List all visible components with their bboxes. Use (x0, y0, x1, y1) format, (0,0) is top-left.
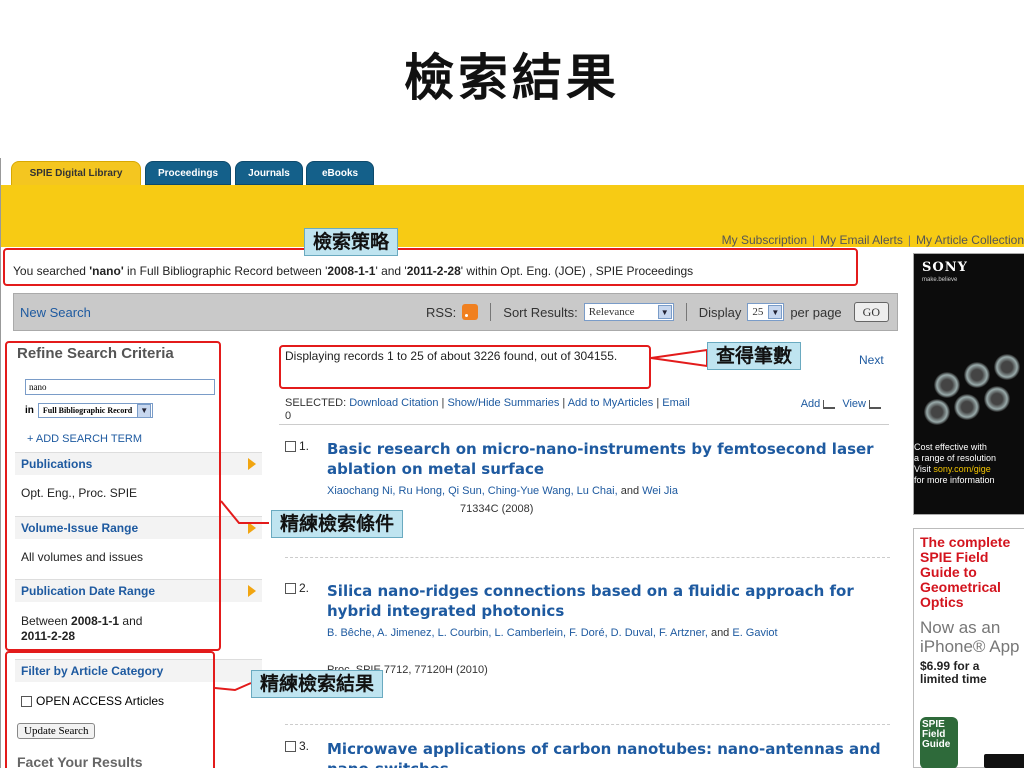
results-toolbar: New Search RSS: Sort Results: Relevance ▼… (13, 293, 898, 331)
display-count-select[interactable]: 25 ▼ (747, 303, 785, 321)
camera-image (984, 386, 1010, 412)
add-cart-link[interactable]: Add (801, 398, 821, 410)
tab-ebooks[interactable]: eBooks (306, 161, 374, 185)
field-guide-ad[interactable]: The complete SPIE Field Guide to Geometr… (913, 528, 1024, 768)
new-search-link[interactable]: New Search (20, 305, 91, 320)
next-page-link[interactable]: Next (859, 353, 884, 367)
screenshot: SPIE Digital Library Proceedings Journal… (0, 158, 1024, 768)
sort-select[interactable]: Relevance ▼ (583, 303, 674, 321)
result-title-link[interactable]: Silica nano-ridges connections based on … (327, 581, 887, 621)
cart-icon (823, 399, 836, 409)
display-label: Display (698, 304, 742, 320)
refine-criteria-label: 精練檢索條件 (271, 510, 404, 538)
chevron-down-icon: ▼ (768, 305, 783, 319)
search-strategy-label: 檢索策略 (304, 228, 399, 256)
sort-label: Sort Results: (503, 304, 578, 320)
tab-proceedings[interactable]: Proceedings (145, 161, 231, 185)
email-link[interactable]: Email (662, 397, 690, 409)
selection-bar: SELECTED: Download Citation | Show/Hide … (279, 397, 889, 425)
app-store-badge (984, 754, 1024, 768)
refine-results-box (5, 651, 215, 768)
chevron-down-icon: ▼ (657, 305, 672, 319)
field-guide-app-icon: SPIE Field Guide (920, 717, 958, 768)
camera-image (964, 362, 990, 388)
result-authors: B. Bêche, A. Jimenez, L. Courbin, L. Cam… (327, 627, 778, 639)
camera-image (954, 394, 980, 420)
per-page-label: per page (790, 304, 842, 320)
result-citation: 71334C (2008) (460, 503, 534, 515)
camera-image (994, 354, 1020, 380)
sony-ad[interactable]: SONY make.believe Cost effective with a … (913, 253, 1024, 515)
show-hide-summaries-link[interactable]: Show/Hide Summaries (447, 397, 559, 409)
add-to-myarticles-link[interactable]: Add to MyArticles (568, 397, 654, 409)
triangle-right-icon (248, 585, 256, 597)
view-cart-link[interactable]: View (842, 398, 866, 410)
result-checkbox[interactable] (285, 740, 296, 752)
triangle-right-icon (248, 458, 256, 470)
go-button[interactable]: GO (853, 302, 889, 322)
result-checkbox[interactable] (285, 440, 296, 452)
rss-icon[interactable] (462, 304, 479, 320)
rss-label: RSS: (425, 304, 457, 320)
refine-criteria-box (5, 341, 221, 651)
top-links: My Subscription | My Email Alerts | My Artic… (721, 233, 1024, 247)
my-subscription-link[interactable]: My Subscription (722, 233, 807, 247)
search-strategy-box (3, 248, 858, 286)
my-article-collection-link[interactable]: My Article Collection (916, 233, 1024, 247)
camera-image (934, 372, 960, 398)
result-authors: Xiaochang Ni, Ru Hong, Qi Sun, Ching-Yue… (327, 485, 678, 497)
tab-bar: SPIE Digital Library Proceedings Journal… (1, 158, 1024, 185)
triangle-right-icon (248, 522, 256, 534)
record-count-box (279, 345, 651, 389)
result-checkbox[interactable] (285, 582, 296, 594)
slide-title: 檢索結果 (404, 48, 620, 107)
download-citation-link[interactable]: Download Citation (349, 397, 438, 409)
result-title-link[interactable]: Basic research on micro-nano-instruments… (327, 439, 887, 479)
record-count-label: 查得筆數 (707, 342, 802, 370)
selected-count: 0 (285, 410, 292, 422)
my-email-alerts-link[interactable]: My Email Alerts (820, 233, 903, 247)
tab-spie-digital-library[interactable]: SPIE Digital Library (11, 161, 141, 185)
tab-journals[interactable]: Journals (235, 161, 303, 185)
cart-icon (869, 399, 881, 409)
camera-image (924, 399, 950, 425)
result-title-link[interactable]: Microwave applications of carbon nanotub… (327, 739, 887, 768)
refine-results-label: 精練檢索結果 (251, 670, 384, 698)
